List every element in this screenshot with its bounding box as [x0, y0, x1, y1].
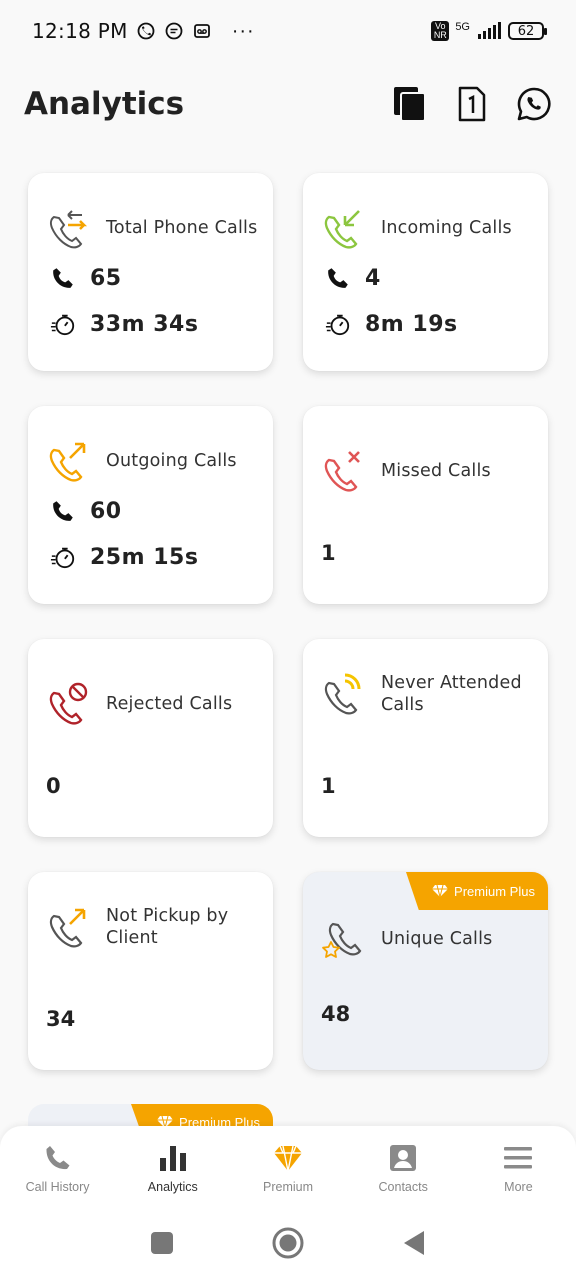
call-duration: 8m 19s: [365, 311, 458, 337]
nav-call-history[interactable]: Call History: [0, 1126, 115, 1206]
call-count-row: 60: [50, 498, 122, 524]
total-phone-calls-card[interactable]: Total Phone Calls 65 33m 34s: [28, 173, 273, 371]
home-icon[interactable]: [271, 1226, 305, 1260]
card-title: Rejected Calls: [106, 694, 233, 714]
missed-call-icon: [324, 451, 360, 492]
menu-icon: [504, 1147, 533, 1169]
nav-label: Call History: [25, 1180, 90, 1194]
call-count-row: 4: [325, 265, 381, 291]
status-time: 12:18 PM: [32, 19, 128, 43]
card-title: Unique Calls: [381, 929, 493, 949]
call-count: 0: [46, 774, 61, 798]
sim-selector-button[interactable]: [454, 86, 490, 122]
contact-icon: [390, 1145, 417, 1171]
rejected-calls-card[interactable]: Rejected Calls 0: [28, 639, 273, 837]
system-navigation-bar: [0, 1206, 576, 1280]
call-count: 1: [321, 774, 336, 798]
phone-icon: [46, 1146, 70, 1170]
whatsapp-button[interactable]: [516, 86, 552, 122]
sim-1-icon: [458, 86, 486, 122]
premium-plus-badge: Premium Plus: [406, 872, 548, 910]
nav-contacts[interactable]: Contacts: [346, 1126, 461, 1206]
card-title: Not Pickup by Client: [106, 906, 229, 948]
message-notification-icon: [165, 22, 183, 40]
unique-calls-icon: [322, 922, 362, 958]
rejected-call-icon: [49, 682, 88, 725]
call-duration-row: 33m 34s: [50, 311, 198, 337]
documents-icon: [394, 87, 426, 122]
call-duration: 25m 15s: [90, 544, 199, 570]
phone-icon: [53, 501, 73, 521]
never-attended-icon: [324, 673, 361, 715]
voicemail-notification-icon: [193, 24, 210, 38]
diamond-icon: [274, 1145, 302, 1172]
card-title: Outgoing Calls: [106, 451, 237, 471]
never-attended-calls-card[interactable]: Never Attended Calls 1: [303, 639, 548, 837]
card-title: Incoming Calls: [381, 218, 512, 238]
incoming-calls-card[interactable]: Incoming Calls 4 8m 19s: [303, 173, 548, 371]
app-header: Analytics: [24, 76, 552, 132]
phone-icon: [53, 268, 73, 288]
volte-indicator: Vo NR: [431, 21, 450, 41]
diamond-icon: [432, 884, 449, 898]
documents-button[interactable]: [392, 86, 428, 122]
call-duration-row: 25m 15s: [50, 544, 198, 570]
whatsapp-icon: [517, 87, 551, 121]
phone-icon: [328, 268, 348, 288]
page-title: Analytics: [24, 86, 185, 122]
network-type: 5G: [455, 21, 470, 33]
call-notification-icon: [137, 22, 155, 40]
recent-apps-icon[interactable]: [149, 1230, 175, 1256]
nav-label: Contacts: [378, 1180, 428, 1194]
missed-calls-card[interactable]: Missed Calls 1: [303, 406, 548, 604]
call-count: 60: [90, 498, 122, 524]
nav-premium[interactable]: Premium: [230, 1126, 345, 1206]
total-calls-icon: [49, 210, 88, 249]
outgoing-calls-card[interactable]: Outgoing Calls 60 25m 15s: [28, 406, 273, 604]
incoming-call-icon: [324, 210, 360, 249]
bar-chart-icon: [159, 1146, 186, 1171]
not-pickup-by-client-card[interactable]: Not Pickup by Client 34: [28, 872, 273, 1070]
call-count: 48: [321, 1002, 351, 1026]
more-notifications-indicator: ···: [231, 19, 255, 42]
call-count: 1: [321, 541, 336, 565]
stopwatch-icon: [50, 314, 75, 336]
stopwatch-icon: [50, 547, 75, 569]
call-duration-row: 8m 19s: [325, 311, 458, 337]
card-title: Never Attended Calls: [381, 673, 522, 715]
nav-label: Premium: [263, 1180, 314, 1194]
battery-indicator: 62: [508, 22, 547, 40]
outgoing-call-icon: [49, 442, 86, 482]
stopwatch-icon: [325, 314, 350, 336]
call-count: 65: [90, 265, 122, 291]
nav-more[interactable]: More: [461, 1126, 576, 1206]
status-bar: 12:18 PM ··· Vo NR 5G 62: [0, 0, 576, 62]
call-count: 34: [46, 1007, 76, 1031]
unique-calls-card[interactable]: Premium Plus Unique Calls 48: [303, 872, 548, 1070]
back-icon[interactable]: [401, 1229, 427, 1257]
card-title: Total Phone Calls: [106, 218, 258, 238]
bottom-navigation: Call History Analytics Premium Contacts …: [0, 1126, 576, 1206]
call-count: 4: [365, 265, 381, 291]
signal-icon: [478, 22, 501, 39]
nav-label: More: [504, 1180, 533, 1194]
nav-label: Analytics: [147, 1180, 198, 1194]
call-duration: 33m 34s: [90, 311, 199, 337]
badge-label: Premium Plus: [454, 883, 535, 899]
not-pickup-icon: [49, 908, 86, 948]
battery-level: 62: [517, 23, 535, 39]
nav-analytics[interactable]: Analytics: [115, 1126, 230, 1206]
call-count-row: 65: [50, 265, 122, 291]
card-title: Missed Calls: [381, 461, 491, 481]
